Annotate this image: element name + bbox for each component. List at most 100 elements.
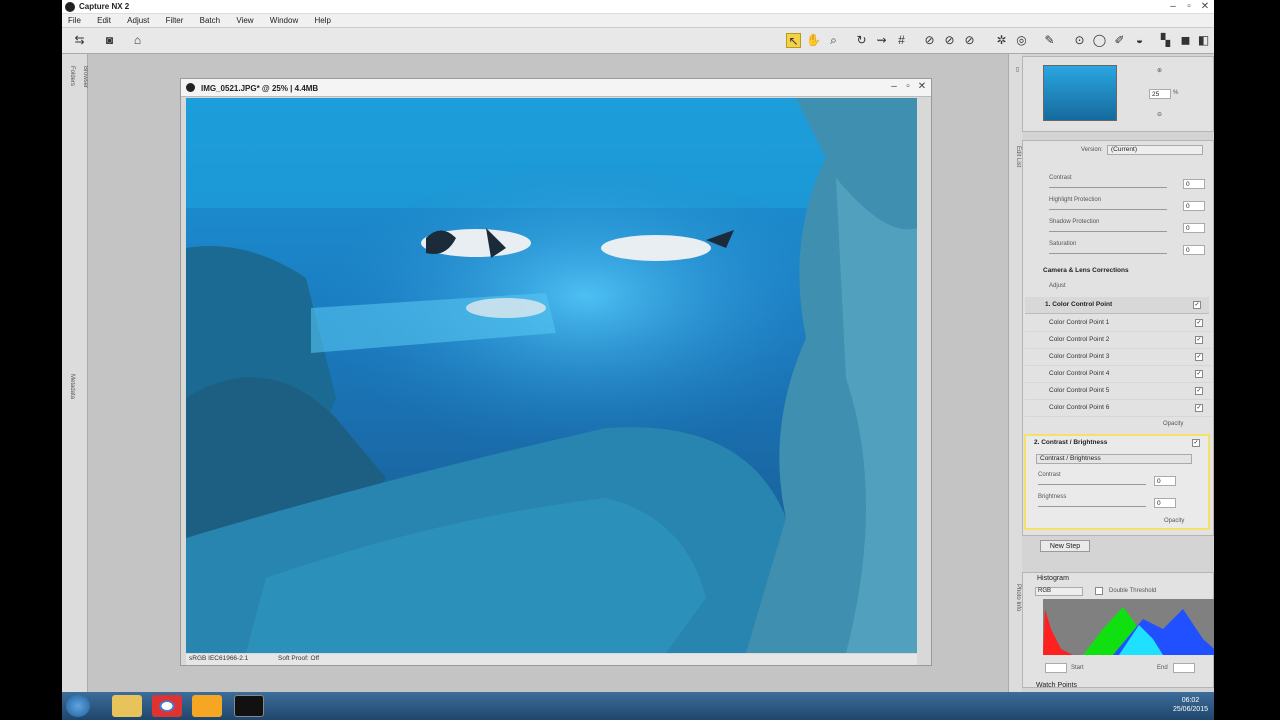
saturation-slider[interactable] [1049, 253, 1167, 254]
version-select[interactable]: (Current) [1107, 145, 1203, 155]
straighten-icon[interactable]: ⇝ [874, 33, 889, 48]
opacity-label[interactable]: Opacity [1163, 421, 1183, 427]
neutral-point-icon[interactable]: ⊘ [942, 33, 957, 48]
hand-icon[interactable]: ✋ [806, 33, 821, 48]
control-point-row[interactable]: Color Control Point 2 ✓ [1025, 332, 1211, 349]
color-control-point-icon[interactable]: ✲ [994, 33, 1009, 48]
clock-time: 06:02 [1181, 697, 1200, 704]
menu-help[interactable]: Help [314, 16, 330, 25]
minimize-icon[interactable]: – [1166, 1, 1180, 12]
zoom-in-icon[interactable]: ⊕ [1157, 67, 1162, 74]
shadow-slider[interactable] [1049, 231, 1167, 232]
contrast-field[interactable]: 0 [1183, 179, 1205, 189]
output-icon[interactable]: ⌂ [130, 33, 145, 48]
zoom-field[interactable]: 25 [1149, 89, 1171, 99]
photo-canvas[interactable] [186, 98, 917, 653]
start-field[interactable] [1045, 663, 1067, 673]
end-field[interactable] [1173, 663, 1195, 673]
step2-contrast-slider[interactable] [1038, 484, 1146, 485]
step2-contrast-field[interactable]: 0 [1154, 476, 1176, 486]
step2-label: 2. Contrast / Brightness [1034, 439, 1108, 446]
contrast-slider[interactable] [1049, 187, 1167, 188]
menu-edit[interactable]: Edit [97, 16, 111, 25]
direct-select-icon[interactable]: ↖ [786, 33, 801, 48]
document-statusbar: sRGB IEC61966-2.1 Soft Proof: Off [186, 654, 917, 665]
more-tools-icon[interactable]: ◧ [1196, 33, 1211, 48]
control-point-row[interactable]: Color Control Point 6 ✓ [1025, 400, 1211, 417]
lasso-icon[interactable]: ◯ [1092, 33, 1107, 48]
doc-close-icon[interactable]: ✕ [915, 81, 929, 92]
channel-select[interactable]: RGB [1035, 587, 1083, 596]
selection-point-icon[interactable]: ⊙ [1072, 33, 1087, 48]
doc-minimize-icon[interactable]: – [887, 81, 901, 92]
red-eye-icon[interactable]: ◎ [1014, 33, 1029, 48]
gradient-icon[interactable]: ◒ [1132, 33, 1147, 48]
zoom-icon[interactable]: ⌕ [826, 33, 841, 48]
saturation-field[interactable]: 0 [1183, 245, 1205, 255]
new-step-button[interactable]: New Step [1040, 540, 1090, 552]
rotate-icon[interactable]: ↻ [854, 33, 869, 48]
system-clock[interactable]: 06:02 25/06/2015 [1173, 696, 1208, 714]
highlight-field[interactable]: 0 [1183, 201, 1205, 211]
crop-icon[interactable]: # [894, 33, 909, 48]
tab-metadata[interactable]: Metadata [65, 374, 75, 399]
capture-icon[interactable]: ◙ [102, 33, 117, 48]
explorer-icon[interactable] [112, 695, 142, 717]
double-threshold-checkbox[interactable] [1095, 587, 1103, 595]
tab-edit-list[interactable]: Edit List [1011, 146, 1021, 167]
camera-lens-header[interactable]: Camera & Lens Corrections [1043, 267, 1129, 274]
tab-browser[interactable]: Browser [78, 66, 88, 88]
fill-icon[interactable]: ▚ [1158, 33, 1173, 48]
step2-brightness-slider[interactable] [1038, 506, 1146, 507]
start-button[interactable] [66, 695, 90, 717]
step2-checkbox[interactable]: ✓ [1192, 439, 1200, 447]
maximize-icon[interactable]: ▫ [1182, 1, 1196, 12]
tab-photo-info[interactable]: Photo Info [1011, 584, 1021, 611]
toolbar: ⇆ ◙ ⌂ ↖ ✋ ⌕ ↻ ⇝ # ⊘ ⊘ ⊘ ✲ ◎ ✎ ⊙ ◯ ✐ ◒ ▚ … [62, 28, 1214, 54]
menu-file[interactable]: File [68, 16, 81, 25]
step1-checkbox[interactable]: ✓ [1193, 301, 1201, 309]
control-point-row[interactable]: Color Control Point 5 ✓ [1025, 383, 1211, 400]
brush-icon[interactable]: ✐ [1112, 33, 1127, 48]
contrast-label: Contrast [1038, 472, 1061, 478]
tab-folders[interactable]: Folders [65, 66, 75, 86]
soft-proof-toggle[interactable]: Soft Proof: Off [278, 655, 319, 662]
menu-view[interactable]: View [236, 16, 253, 25]
black-point-icon[interactable]: ⊘ [922, 33, 937, 48]
birds-eye-thumbnail[interactable] [1043, 65, 1117, 121]
close-icon[interactable]: ✕ [1198, 1, 1212, 12]
cp-checkbox[interactable]: ✓ [1195, 404, 1203, 412]
step2-brightness-field[interactable]: 0 [1154, 498, 1176, 508]
step-contrast-brightness[interactable]: 2. Contrast / Brightness ✓ Contrast / Br… [1024, 434, 1210, 530]
mask-icon[interactable]: ◼ [1178, 33, 1193, 48]
cp-checkbox[interactable]: ✓ [1195, 336, 1203, 344]
menu-adjust[interactable]: Adjust [127, 16, 149, 25]
cp-checkbox[interactable]: ✓ [1195, 319, 1203, 327]
adjust-header[interactable]: Adjust [1049, 283, 1066, 289]
auto-retouch-icon[interactable]: ✎ [1042, 33, 1057, 48]
control-point-row[interactable]: Color Control Point 4 ✓ [1025, 366, 1211, 383]
tab-birds-eye[interactable]: ▯ [1011, 66, 1021, 73]
highlight-slider[interactable] [1049, 209, 1167, 210]
step2-opacity-label[interactable]: Opacity [1164, 518, 1184, 524]
chrome-icon[interactable] [152, 695, 182, 717]
menu-batch[interactable]: Batch [200, 16, 220, 25]
zoom-out-icon[interactable]: ⊖ [1157, 111, 1162, 118]
double-threshold-label: Double Threshold [1109, 588, 1157, 594]
shadow-field[interactable]: 0 [1183, 223, 1205, 233]
white-point-icon[interactable]: ⊘ [962, 33, 977, 48]
control-point-row[interactable]: Color Control Point 1 ✓ [1025, 315, 1211, 332]
media-player-icon[interactable] [192, 695, 222, 717]
cp-checkbox[interactable]: ✓ [1195, 370, 1203, 378]
step-color-control-point[interactable]: 1. Color Control Point ✓ [1025, 297, 1209, 314]
step2-select[interactable]: Contrast / Brightness [1036, 454, 1192, 464]
cp-checkbox[interactable]: ✓ [1195, 387, 1203, 395]
menu-filter[interactable]: Filter [166, 16, 184, 25]
control-point-row[interactable]: Color Control Point 3 ✓ [1025, 349, 1211, 366]
capture-nx-taskbar-icon[interactable] [234, 695, 264, 717]
doc-maximize-icon[interactable]: ▫ [901, 81, 915, 92]
browse-icon[interactable]: ⇆ [72, 33, 87, 48]
menu-window[interactable]: Window [270, 16, 298, 25]
cp-checkbox[interactable]: ✓ [1195, 353, 1203, 361]
watch-points-header[interactable]: Watch Points [1036, 682, 1077, 689]
